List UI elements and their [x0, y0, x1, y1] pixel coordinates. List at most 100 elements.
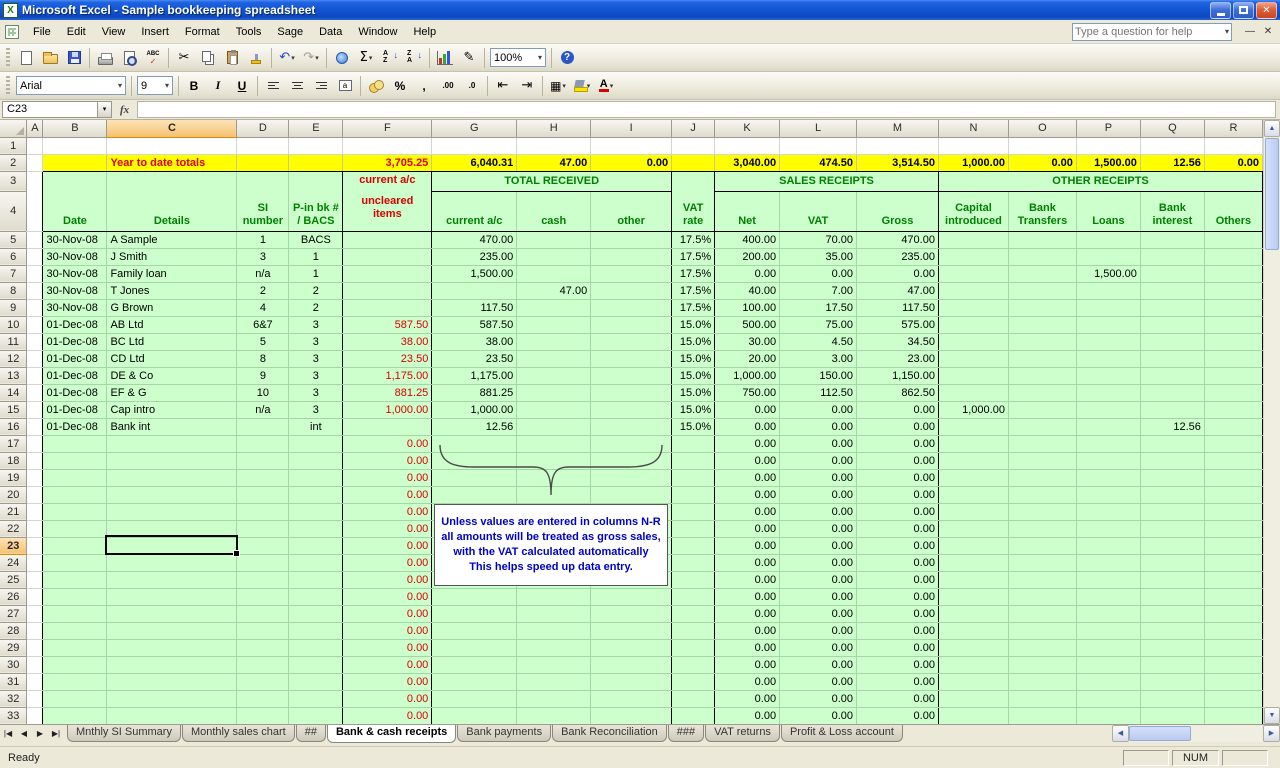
- cell-P11[interactable]: [1076, 333, 1140, 350]
- cell-N10[interactable]: [938, 316, 1008, 333]
- cell-B2[interactable]: [43, 154, 107, 171]
- cell-D12[interactable]: 8: [237, 350, 289, 367]
- menu-insert[interactable]: Insert: [133, 23, 177, 41]
- cell-E16[interactable]: int: [289, 418, 343, 435]
- header-net[interactable]: Net: [715, 191, 780, 231]
- cell-B6[interactable]: 30-Nov-08: [43, 248, 107, 265]
- cell-F16[interactable]: [343, 418, 432, 435]
- cell-H16[interactable]: [517, 418, 591, 435]
- cell-E9[interactable]: 2: [289, 299, 343, 316]
- row-header-30[interactable]: 30: [0, 656, 27, 673]
- sheet-tab-bank-payments[interactable]: Bank payments: [457, 725, 551, 742]
- cell-R14[interactable]: [1204, 384, 1262, 401]
- row-header-2[interactable]: 2: [0, 154, 27, 171]
- row-header-1[interactable]: 1: [0, 137, 27, 154]
- cell-G31[interactable]: [432, 673, 517, 690]
- cell-J27[interactable]: [672, 605, 715, 622]
- cell-E24[interactable]: [289, 554, 343, 571]
- row-header-31[interactable]: 31: [0, 673, 27, 690]
- cell-H27[interactable]: [517, 605, 591, 622]
- cell-O31[interactable]: [1008, 673, 1076, 690]
- menu-format[interactable]: Format: [177, 23, 228, 41]
- insert-function-icon[interactable]: fx: [120, 104, 129, 116]
- cell-I13[interactable]: [591, 367, 672, 384]
- bold-button[interactable]: B: [183, 75, 205, 97]
- cell-K17[interactable]: 0.00: [715, 435, 780, 452]
- column-header-M[interactable]: M: [857, 120, 939, 137]
- cell-H11[interactable]: [517, 333, 591, 350]
- cell-N23[interactable]: [938, 537, 1008, 554]
- cell-J23[interactable]: [672, 537, 715, 554]
- cell-G30[interactable]: [432, 656, 517, 673]
- cell-A11[interactable]: [27, 333, 43, 350]
- cell-F11[interactable]: 38.00: [343, 333, 432, 350]
- cell-H31[interactable]: [517, 673, 591, 690]
- cell-D14[interactable]: 10: [237, 384, 289, 401]
- cell-B30[interactable]: [43, 656, 107, 673]
- cell-H30[interactable]: [517, 656, 591, 673]
- menu-help[interactable]: Help: [405, 23, 444, 41]
- cell-E1[interactable]: [289, 137, 343, 154]
- header-loans[interactable]: Loans: [1076, 191, 1140, 231]
- cell-K19[interactable]: 0.00: [715, 469, 780, 486]
- cell-N25[interactable]: [938, 571, 1008, 588]
- cell-M10[interactable]: 575.00: [857, 316, 939, 333]
- cell-N22[interactable]: [938, 520, 1008, 537]
- header-other-receipts[interactable]: OTHER RECEIPTS: [938, 171, 1262, 191]
- name-box-dropdown[interactable]: ▾: [98, 101, 112, 118]
- cell-R18[interactable]: [1204, 452, 1262, 469]
- cell-J29[interactable]: [672, 639, 715, 656]
- cell-Q32[interactable]: [1140, 690, 1204, 707]
- scroll-down-icon[interactable]: ▼: [1264, 707, 1280, 724]
- row-header-15[interactable]: 15: [0, 401, 27, 418]
- cell-D7[interactable]: n/a: [237, 265, 289, 282]
- cell-L26[interactable]: 0.00: [780, 588, 857, 605]
- cell-O18[interactable]: [1008, 452, 1076, 469]
- cell-N13[interactable]: [938, 367, 1008, 384]
- cell-B26[interactable]: [43, 588, 107, 605]
- cell-Q27[interactable]: [1140, 605, 1204, 622]
- cell-I31[interactable]: [591, 673, 672, 690]
- cell-E8[interactable]: 2: [289, 282, 343, 299]
- align-right-button[interactable]: [310, 75, 332, 97]
- cell-P16[interactable]: [1076, 418, 1140, 435]
- cell-F14[interactable]: 881.25: [343, 384, 432, 401]
- row-header-20[interactable]: 20: [0, 486, 27, 503]
- cell-P9[interactable]: [1076, 299, 1140, 316]
- row-header-12[interactable]: 12: [0, 350, 27, 367]
- cell-M32[interactable]: 0.00: [857, 690, 939, 707]
- cell-O22[interactable]: [1008, 520, 1076, 537]
- cell-E6[interactable]: 1: [289, 248, 343, 265]
- cell-E11[interactable]: 3: [289, 333, 343, 350]
- cell-F1[interactable]: [343, 137, 432, 154]
- decrease-indent-button[interactable]: ⇤: [492, 75, 514, 97]
- cell-B14[interactable]: 01-Dec-08: [43, 384, 107, 401]
- row-header-16[interactable]: 16: [0, 418, 27, 435]
- cell-O21[interactable]: [1008, 503, 1076, 520]
- cell-Q13[interactable]: [1140, 367, 1204, 384]
- column-header-Q[interactable]: Q: [1140, 120, 1204, 137]
- cell-A24[interactable]: [27, 554, 43, 571]
- cell-M26[interactable]: 0.00: [857, 588, 939, 605]
- column-header-A[interactable]: A: [27, 120, 43, 137]
- cell-A32[interactable]: [27, 690, 43, 707]
- cell-Q8[interactable]: [1140, 282, 1204, 299]
- cell-C30[interactable]: [107, 656, 237, 673]
- cell-J32[interactable]: [672, 690, 715, 707]
- row-header-25[interactable]: 25: [0, 571, 27, 588]
- cell-N21[interactable]: [938, 503, 1008, 520]
- cell-E33[interactable]: [289, 707, 343, 724]
- cell-H2[interactable]: 47.00: [517, 154, 591, 171]
- cell-F12[interactable]: 23.50: [343, 350, 432, 367]
- cell-K7[interactable]: 0.00: [715, 265, 780, 282]
- cell-J2[interactable]: [672, 154, 715, 171]
- row-header-22[interactable]: 22: [0, 520, 27, 537]
- cell-R9[interactable]: [1204, 299, 1262, 316]
- menu-tools[interactable]: Tools: [228, 23, 270, 41]
- cell-G13[interactable]: 1,175.00: [432, 367, 517, 384]
- cell-K15[interactable]: 0.00: [715, 401, 780, 418]
- row-header-11[interactable]: 11: [0, 333, 27, 350]
- cell-G9[interactable]: 117.50: [432, 299, 517, 316]
- cell-J14[interactable]: 15.0%: [672, 384, 715, 401]
- cell-N11[interactable]: [938, 333, 1008, 350]
